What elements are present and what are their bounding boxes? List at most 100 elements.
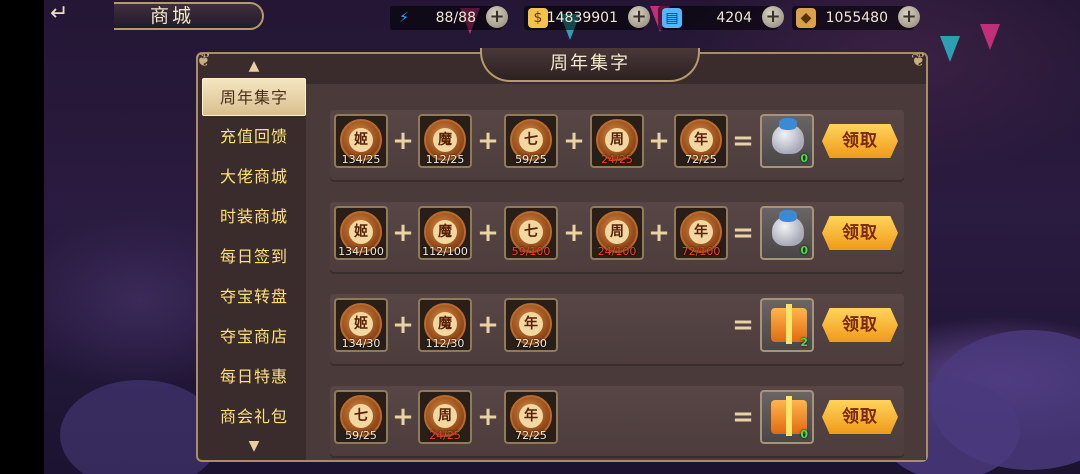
coin-count: 134/30 [341, 337, 381, 350]
claim-button[interactable]: 领取 [822, 124, 898, 158]
screen-edge [0, 0, 44, 474]
add-gem-button[interactable]: + [898, 6, 920, 28]
reward-item[interactable]: 0 [760, 114, 814, 168]
add-ticket-button[interactable]: + [762, 6, 784, 28]
plus-icon: + [392, 402, 414, 432]
resource-gem: ◆ 1055480 + [792, 6, 920, 30]
resource-ticket: ▤ 4204 + [658, 6, 784, 30]
coin-character: 姬 [349, 312, 373, 336]
coin-character: 周 [605, 128, 629, 152]
coin-character: 年 [689, 220, 713, 244]
coin-character: 年 [519, 404, 543, 428]
resource-value: 14839901 [546, 10, 618, 26]
ticket-icon: ▤ [662, 8, 682, 28]
coin-count: 59/25 [515, 153, 547, 166]
coin-count: 59/100 [511, 245, 551, 258]
claim-button[interactable]: 领取 [822, 216, 898, 250]
coin-character: 周 [605, 220, 629, 244]
character-coin[interactable]: 七 59/25 [504, 114, 558, 168]
coin-character: 周 [433, 404, 457, 428]
energy-icon: ⚡ [399, 10, 409, 26]
character-coin[interactable]: 年 72/25 [674, 114, 728, 168]
character-coin[interactable]: 七 59/100 [504, 206, 558, 260]
tab-daily-signin[interactable]: 每日签到 [202, 238, 306, 276]
character-coin[interactable]: 周 24/100 [590, 206, 644, 260]
reward-count: 2 [800, 336, 808, 349]
character-coin[interactable]: 周 24/25 [418, 390, 472, 444]
plus-icon: + [392, 218, 414, 248]
coin-count: 72/30 [515, 337, 547, 350]
character-coin[interactable]: 魔 112/25 [418, 114, 472, 168]
game-screen: ↵ 商城 ⚡ 88/88 + $ 14839901 + ▤ 4204 + ◆ 1… [0, 0, 1080, 474]
coin-character: 魔 [433, 128, 457, 152]
resource-gold: $ 14839901 + [524, 6, 650, 30]
plus-icon: + [648, 126, 670, 156]
character-coin[interactable]: 年 72/25 [504, 390, 558, 444]
character-coin[interactable]: 姬 134/30 [334, 298, 388, 352]
claim-button[interactable]: 领取 [822, 400, 898, 434]
character-coin[interactable]: 周 24/25 [590, 114, 644, 168]
ribbon-icon [786, 304, 792, 344]
reward-item[interactable]: 0 [760, 390, 814, 444]
plus-icon: + [477, 402, 499, 432]
coin-character: 年 [519, 312, 543, 336]
character-coin[interactable]: 魔 112/30 [418, 298, 472, 352]
tab-anniversary-collect[interactable]: 周年集字 [202, 78, 306, 116]
coin-count: 24/100 [597, 245, 637, 258]
coin-count: 134/25 [341, 153, 381, 166]
tab-recharge-reward[interactable]: 充值回馈 [202, 118, 306, 156]
ribbon-icon [786, 396, 792, 436]
scroll-down-icon[interactable]: ▼ [242, 438, 266, 454]
plus-icon: + [563, 218, 585, 248]
coin-count: 72/25 [515, 429, 547, 442]
tab-fashion-shop[interactable]: 时装商城 [202, 198, 306, 236]
character-coin[interactable]: 年 72/30 [504, 298, 558, 352]
back-button[interactable]: ↵ [44, 2, 104, 28]
coin-count: 112/100 [422, 245, 468, 258]
coin-character: 七 [519, 128, 543, 152]
coin-character: 姬 [349, 220, 373, 244]
equals-icon: = [732, 126, 754, 156]
coin-character: 魔 [433, 312, 457, 336]
plus-icon: + [648, 218, 670, 248]
reward-count: 0 [800, 244, 808, 257]
ribbon-icon [779, 210, 797, 222]
panel-title: 周年集字 [480, 48, 700, 82]
coin-character: 年 [689, 128, 713, 152]
scroll-up-icon[interactable]: ▲ [242, 58, 266, 74]
plus-icon: + [392, 310, 414, 340]
character-coin[interactable]: 七 59/25 [334, 390, 388, 444]
tab-treasure-shop[interactable]: 夺宝商店 [202, 318, 306, 356]
character-coin[interactable]: 年 72/100 [674, 206, 728, 260]
resource-value: 4204 [716, 10, 752, 26]
add-energy-button[interactable]: + [486, 6, 508, 28]
reward-item[interactable]: 0 [760, 206, 814, 260]
coin-character: 七 [519, 220, 543, 244]
coin-character: 七 [349, 404, 373, 428]
exchange-row: 姬 134/100 + 魔 112/100 + 七 59/100 + 周 24/… [330, 202, 904, 274]
category-sidebar: ▲ 周年集字 充值回馈 大佬商城 时装商城 每日签到 夺宝转盘 夺宝商店 每日特… [202, 58, 306, 456]
character-coin[interactable]: 姬 134/25 [334, 114, 388, 168]
character-coin[interactable]: 姬 134/100 [334, 206, 388, 260]
character-coin[interactable]: 魔 112/100 [418, 206, 472, 260]
tab-treasure-wheel[interactable]: 夺宝转盘 [202, 278, 306, 316]
coin-count: 72/25 [685, 153, 717, 166]
plus-icon: + [477, 126, 499, 156]
tab-vip-shop[interactable]: 大佬商城 [202, 158, 306, 196]
ornament-icon: ❦ [910, 50, 926, 71]
top-bar: ↵ 商城 ⚡ 88/88 + $ 14839901 + ▤ 4204 + ◆ 1… [44, 0, 1080, 36]
claim-button[interactable]: 领取 [822, 308, 898, 342]
plus-icon: + [392, 126, 414, 156]
gold-coin-icon: $ [528, 8, 548, 28]
reward-count: 0 [800, 152, 808, 165]
gem-icon: ◆ [796, 8, 816, 28]
resource-energy: ⚡ 88/88 + [390, 6, 508, 30]
add-gold-button[interactable]: + [628, 6, 650, 28]
equals-icon: = [732, 218, 754, 248]
tab-guild-gift[interactable]: 商会礼包 [202, 398, 306, 436]
resource-value: 1055480 [825, 10, 888, 26]
tab-daily-deal[interactable]: 每日特惠 [202, 358, 306, 396]
equals-icon: = [732, 402, 754, 432]
exchange-row: 七 59/25 + 周 24/25 + 年 72/25 = 0 领取 [330, 386, 904, 458]
reward-item[interactable]: 2 [760, 298, 814, 352]
